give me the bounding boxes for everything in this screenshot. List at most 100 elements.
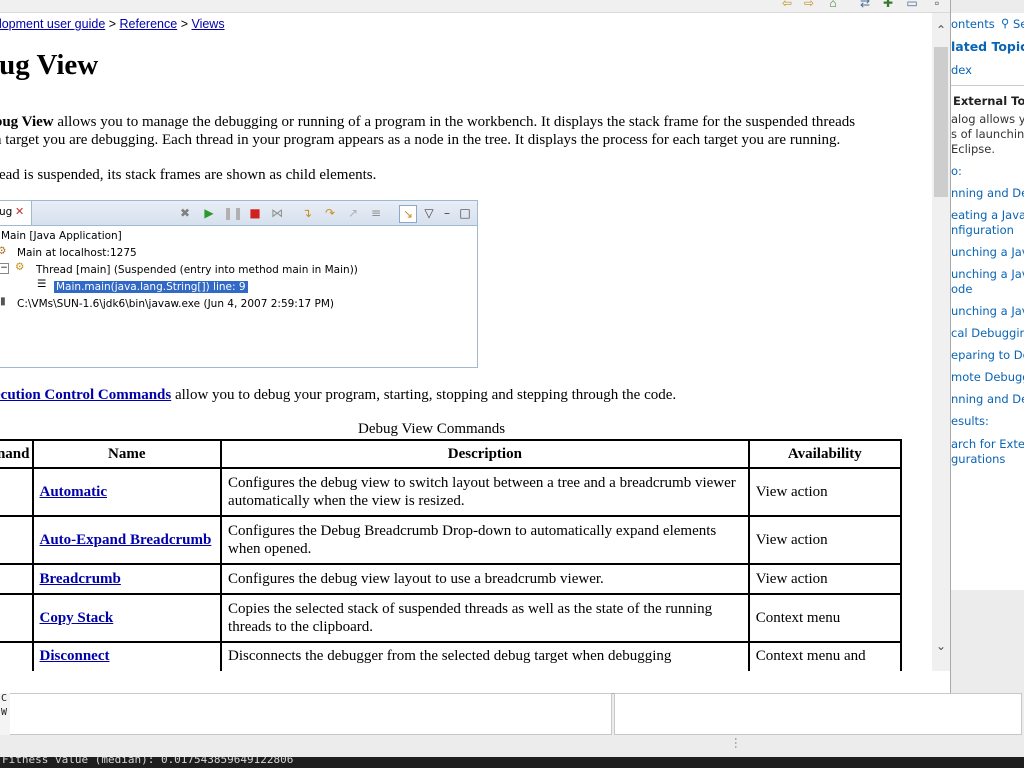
availability-cell: View action <box>747 563 903 595</box>
table-row: Auto-Expand Breadcrumb Configures the De… <box>0 515 903 565</box>
debug-view-figure: ug ✕ ✖ ▶ ❚❚ ■ ⋈ ↴ ↷ ↗ ≡ ↘ ▽ – □ Main [Ja… <box>0 200 478 368</box>
related-link-cont[interactable]: ode <box>951 282 972 296</box>
sync-toc-icon[interactable]: ⇄ <box>858 0 872 10</box>
header-command: nand <box>0 439 34 469</box>
command-icon-cell <box>0 563 34 595</box>
maximize-icon: □ <box>459 206 471 220</box>
forward-icon[interactable]: ⇨ <box>802 0 816 10</box>
scroll-up-icon[interactable]: ⌃ <box>935 23 947 37</box>
splitter-grip-icon[interactable]: ⋯ <box>729 737 743 749</box>
gutter-text: W <box>1 707 8 718</box>
panel-splitter[interactable]: ⋯ <box>0 735 1024 757</box>
related-link[interactable]: mote Debugg <box>951 370 1024 384</box>
related-link[interactable]: unching a Java <box>951 245 1024 259</box>
command-icon-cell <box>0 641 34 671</box>
gutter-text: C <box>1 693 8 704</box>
related-link[interactable]: unching a Java <box>951 267 1024 281</box>
command-icon-cell <box>0 467 34 517</box>
scroll-down-icon[interactable]: ⌄ <box>935 639 947 653</box>
use-step-filters-icon: ↘ <box>399 205 417 223</box>
exec-control-text: allow you to debug your program, startin… <box>171 387 677 403</box>
maximize-icon[interactable]: ▫ <box>930 0 944 10</box>
related-topics-pane: ontents ⚲ Se lated Topics dex External T… <box>951 13 1024 590</box>
console-output: Fitness value (median): 0.01754385964912… <box>0 757 1024 768</box>
command-link-breadcrumb[interactable]: Breadcrumb <box>40 571 121 587</box>
related-heading: External Tool <box>953 94 1024 108</box>
print-icon[interactable]: ▭ <box>905 0 919 10</box>
table-header-row: nand Name Description Availability <box>0 439 903 469</box>
debug-view-tab: ug ✕ <box>0 201 32 225</box>
description-cell: Configures the debug view layout to use … <box>220 563 750 595</box>
minimize-icon: – <box>444 206 450 220</box>
related-link[interactable]: eparing to Deb <box>951 348 1024 362</box>
breadcrumb-link-user-guide[interactable]: elopment user guide <box>0 17 105 31</box>
tree-item-stack-frame: Main.main(java.lang.String[]) line: 9 <box>53 280 249 294</box>
tree-item-launch: Main [Java Application] <box>1 230 122 242</box>
back-icon[interactable]: ⇦ <box>780 0 794 10</box>
close-icon: ✕ <box>15 205 25 218</box>
contents-tab[interactable]: ontents <box>951 17 995 31</box>
debug-view-header: ug ✕ ✖ ▶ ❚❚ ■ ⋈ ↴ ↷ ↗ ≡ ↘ ▽ – □ <box>0 201 477 226</box>
related-link[interactable]: nning and De <box>951 186 1024 200</box>
related-link[interactable]: eating a Java a <box>951 208 1024 222</box>
help-window: ⇦ ⇨ ⌂ ⇄ ✚ ▭ ▫ elopment user guide > Refe… <box>0 0 951 694</box>
index-tab[interactable]: dex <box>951 63 972 77</box>
scrollbar-thumb[interactable] <box>934 47 948 197</box>
availability-cell: View action <box>747 515 903 565</box>
breadcrumb-link-reference[interactable]: Reference <box>120 17 178 31</box>
command-link-disconnect[interactable]: Disconnect <box>40 648 110 664</box>
command-link-auto-expand-breadcrumb[interactable]: Auto-Expand Breadcrumb <box>40 532 212 548</box>
related-desc-1: alog allows yo <box>951 112 1024 126</box>
terminate-icon: ■ <box>249 206 261 220</box>
breadcrumb-link-views[interactable]: Views <box>191 17 224 31</box>
results-label: esults: <box>951 414 989 428</box>
exec-control-link[interactable]: ecution Control Commands <box>0 387 171 403</box>
process-icon: ▮ <box>0 295 6 307</box>
related-desc-3: Eclipse. <box>951 142 996 156</box>
description-cell: Copies the selected stack of suspended t… <box>220 593 750 643</box>
intro-line-2: n target you are debugging. Each thread … <box>0 132 841 148</box>
home-icon[interactable]: ⌂ <box>826 0 840 10</box>
table-row: Copy Stack Copies the selected stack of … <box>0 593 903 643</box>
breadcrumb-separator: > <box>177 17 192 31</box>
availability-cell: Context menu <box>747 593 903 643</box>
related-link[interactable]: unching a Java <box>951 304 1024 318</box>
search-icon[interactable]: ⚲ <box>1001 16 1009 30</box>
search-result-link-cont[interactable]: gurations <box>951 452 1005 466</box>
step-filters-icon: ≡ <box>370 206 382 220</box>
description-cell: Configures the Debug Breadcrumb Drop-dow… <box>220 515 750 565</box>
availability-cell: View action <box>747 467 903 517</box>
tree-item-thread: Thread [main] (Suspended (entry into met… <box>36 264 358 276</box>
related-link[interactable]: nning and De <box>951 392 1024 406</box>
tree-item-target: Main at localhost:1275 <box>17 247 137 259</box>
intro-line-1: bug View allows you to manage the debugg… <box>0 113 855 131</box>
related-link-cont[interactable]: nfiguration <box>951 223 1014 237</box>
description-cell: Configures the debug view to switch layo… <box>220 467 750 517</box>
suspend-icon: ❚❚ <box>223 206 244 220</box>
header-description: Description <box>220 439 750 469</box>
related-link[interactable]: cal Debugging <box>951 326 1024 340</box>
collapse-icon: − <box>0 263 9 274</box>
step-into-icon: ↴ <box>301 206 313 220</box>
command-link-copy-stack[interactable]: Copy Stack <box>40 610 114 626</box>
pane-divider <box>951 85 1024 86</box>
exec-control-para: ecution Control Commands allow you to de… <box>0 386 676 404</box>
thread-icon: ⚙ <box>15 261 25 273</box>
content-scrollbar[interactable]: ⌃ ⌄ <box>932 13 950 671</box>
table-row: Automatic Configures the debug view to s… <box>0 467 903 517</box>
name-cell: Disconnect <box>31 641 223 671</box>
command-icon-cell <box>0 593 34 643</box>
search-result-link[interactable]: arch for Extern <box>951 437 1024 451</box>
header-availability: Availability <box>747 439 903 469</box>
step-return-icon: ↗ <box>347 206 359 220</box>
intro-bold: bug View <box>0 114 54 130</box>
help-toolbar: ⇦ ⇨ ⌂ ⇄ ✚ ▭ ▫ <box>0 0 950 13</box>
name-cell: Automatic <box>31 467 223 517</box>
command-link-automatic[interactable]: Automatic <box>40 484 108 500</box>
breadcrumb: elopment user guide > Reference > Views <box>0 17 225 31</box>
search-tab[interactable]: Se <box>1013 17 1024 31</box>
related-topics-tab[interactable]: lated Topics <box>951 39 1024 54</box>
bookmark-icon[interactable]: ✚ <box>881 0 895 10</box>
name-cell: Copy Stack <box>31 593 223 643</box>
description-cell: Disconnects the debugger from the select… <box>220 641 750 671</box>
